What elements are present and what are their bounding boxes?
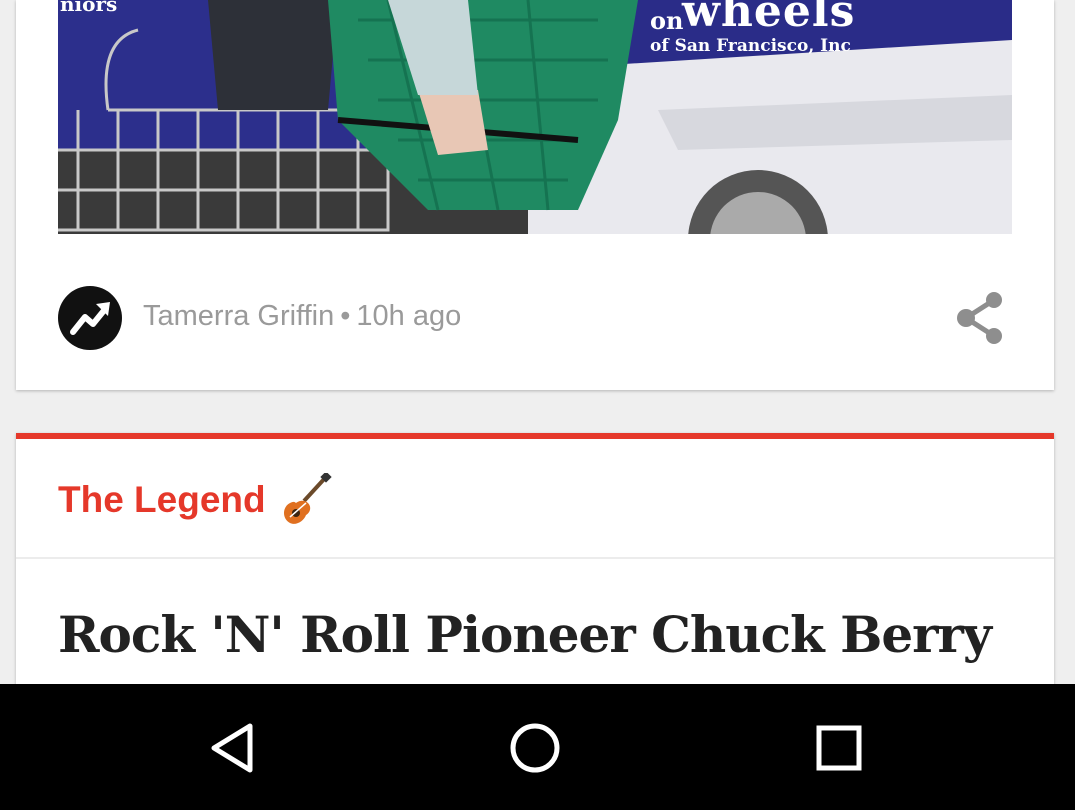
share-button[interactable]: [954, 290, 1006, 346]
post-time: 10h ago: [356, 300, 462, 332]
van-text-niors: niors: [60, 0, 118, 16]
van-text-on: on: [650, 6, 684, 35]
byline-separator: •: [340, 300, 351, 332]
trending-icon[interactable]: [58, 286, 122, 350]
system-nav-bar: [0, 684, 1075, 810]
author-name[interactable]: Tamerra Griffin: [143, 300, 334, 332]
home-circle-icon: [510, 723, 560, 773]
guitar-icon: [280, 473, 332, 525]
back-button[interactable]: [202, 718, 262, 778]
story-card[interactable]: niors on wheels of San Francisco, Inc Ta…: [16, 0, 1054, 390]
byline-text: Tamerra Griffin • 10h ago: [143, 300, 461, 333]
recents-button[interactable]: [809, 718, 869, 778]
van-text-city: of San Francisco, Inc: [650, 36, 851, 56]
van-text-wheels: wheels: [682, 0, 856, 37]
back-triangle-icon: [211, 723, 253, 773]
category-row[interactable]: The Legend: [16, 439, 1054, 559]
story-image[interactable]: niors on wheels of San Francisco, Inc: [58, 0, 1012, 234]
category-label[interactable]: The Legend: [58, 479, 266, 521]
byline: Tamerra Griffin • 10h ago: [58, 286, 1012, 350]
story-photo: [58, 0, 1012, 234]
share-icon: [957, 292, 1002, 344]
screen: niors on wheels of San Francisco, Inc Ta…: [0, 0, 1075, 810]
home-button[interactable]: [505, 718, 565, 778]
recents-square-icon: [816, 725, 862, 771]
headline[interactable]: Rock 'N' Roll Pioneer Chuck Berry: [58, 605, 992, 664]
